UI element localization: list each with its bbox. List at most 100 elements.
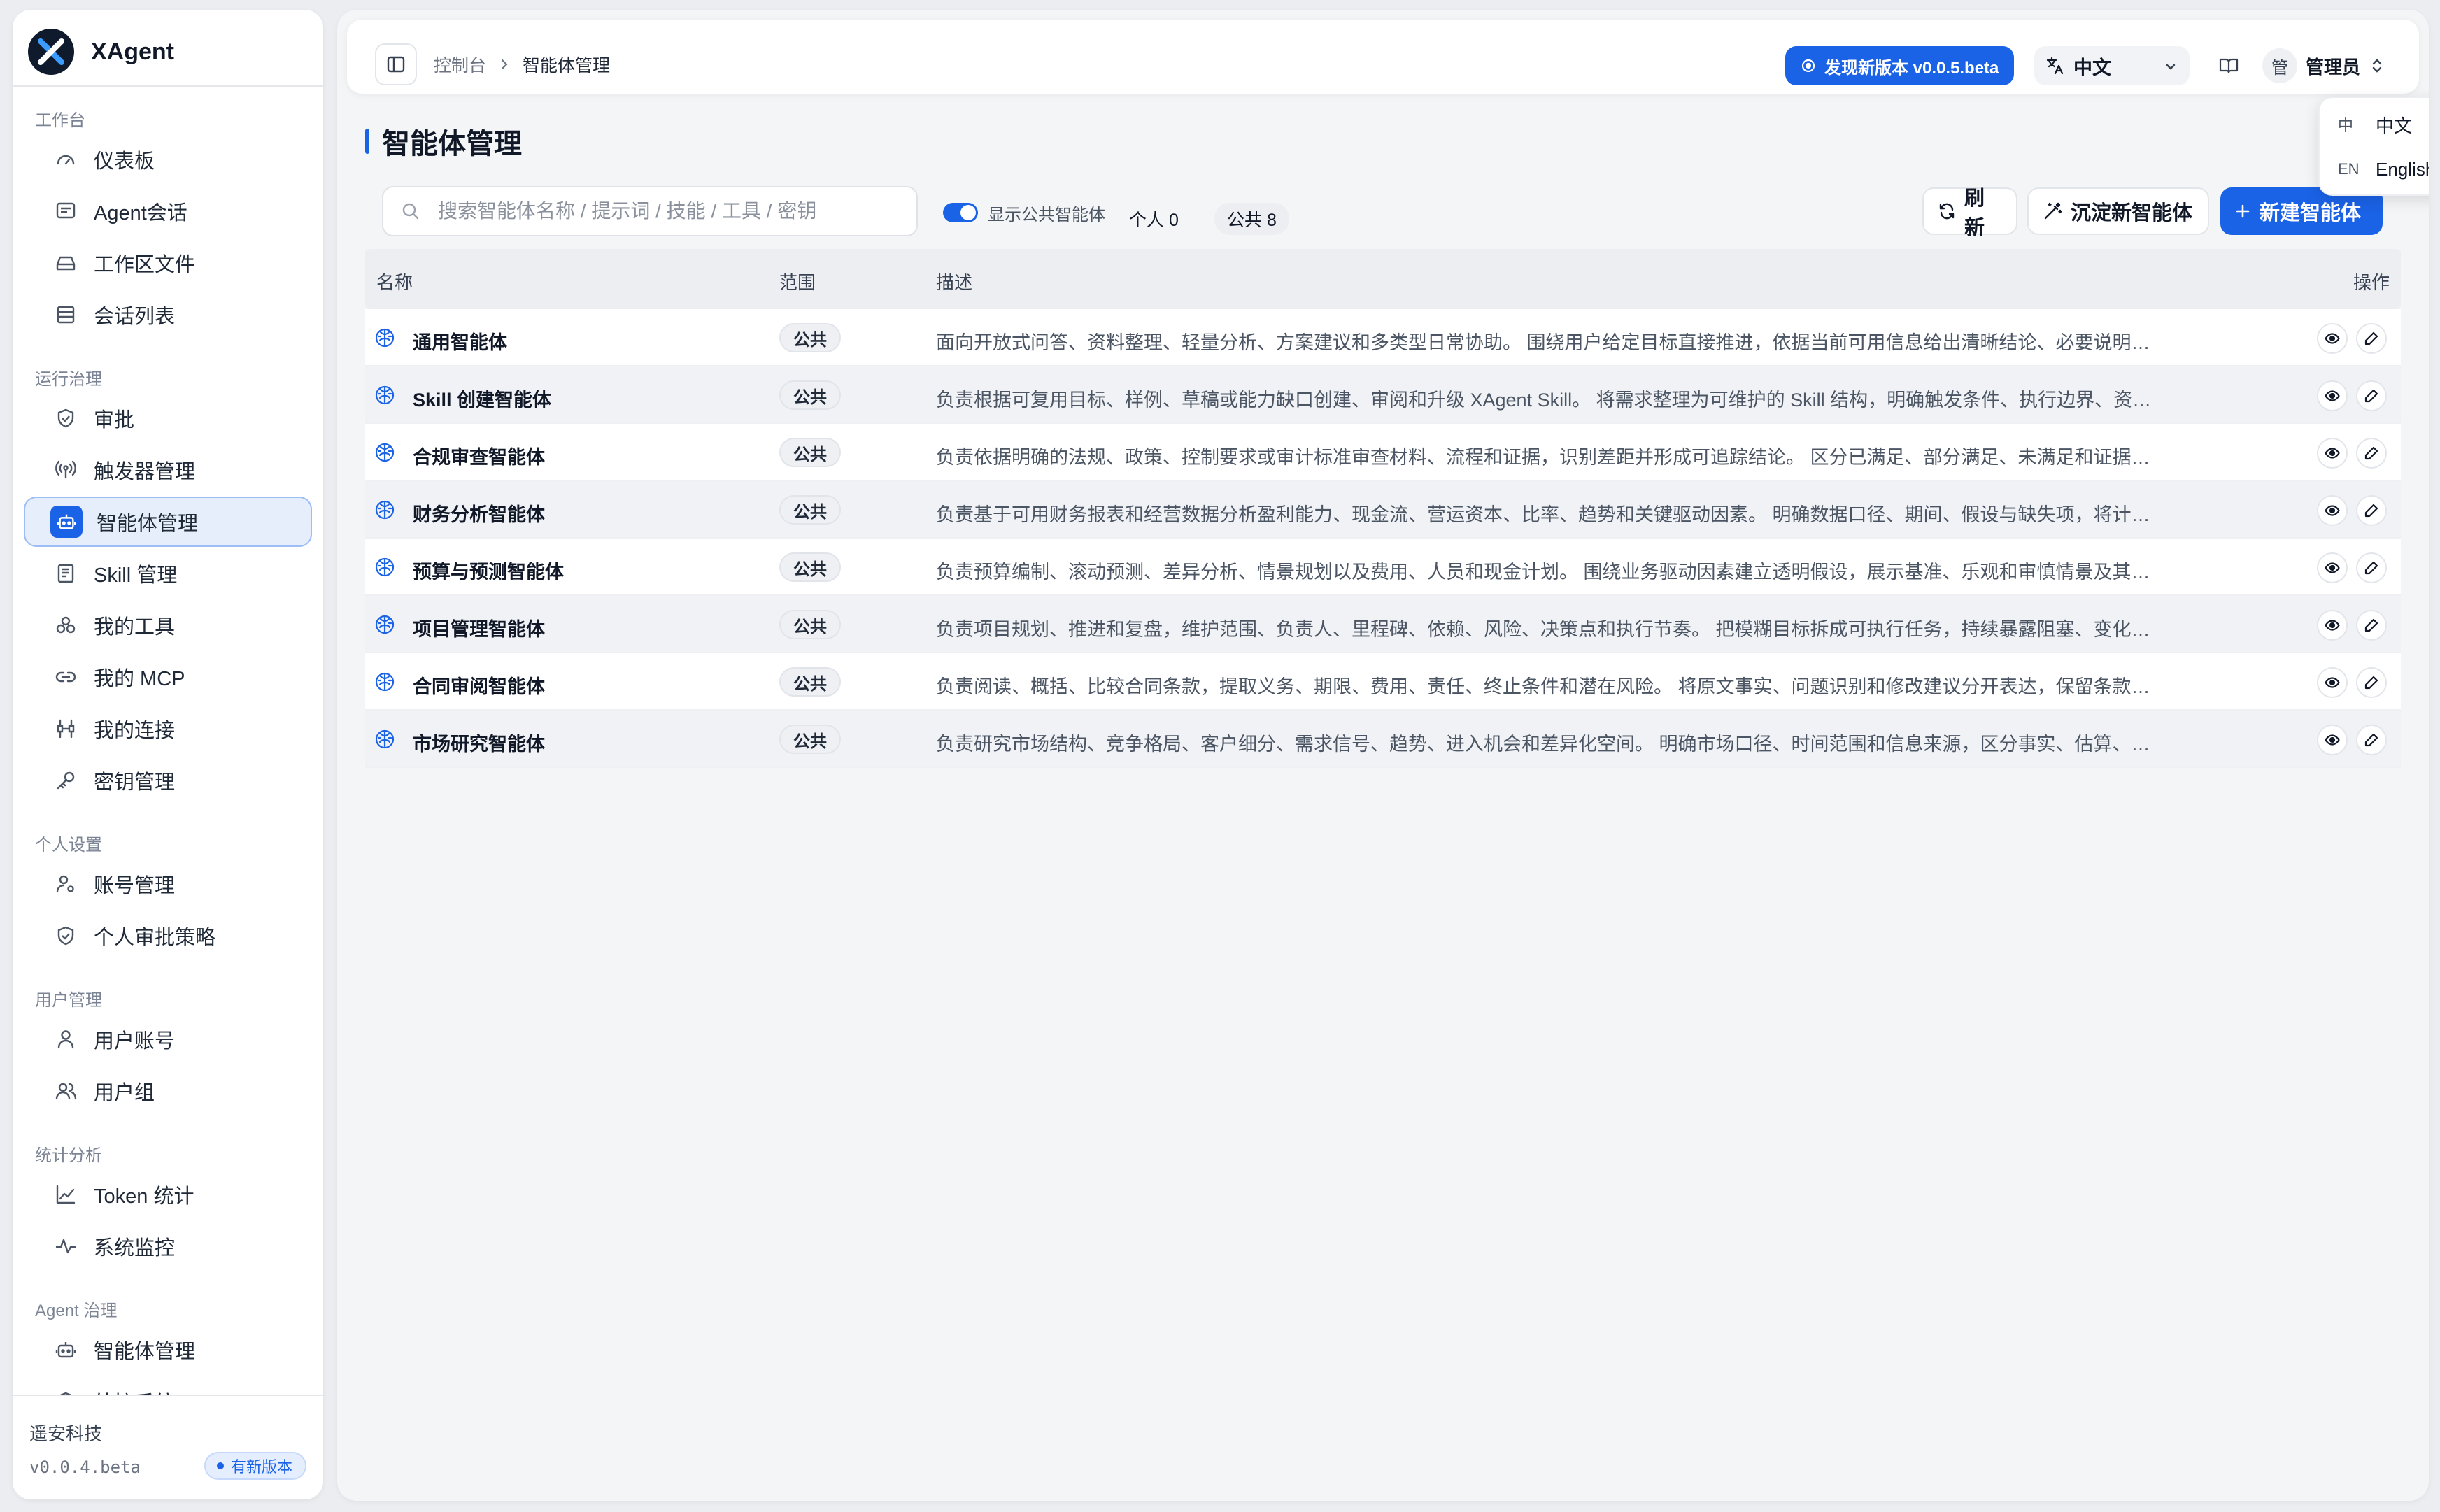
sidebar-item-approval[interactable]: 审批 — [24, 393, 312, 443]
search-box[interactable] — [382, 186, 918, 236]
distill-agent-button[interactable]: 沉淀新智能体 — [2027, 187, 2209, 235]
sidebar-item-user-accounts[interactable]: 用户账号 — [24, 1014, 312, 1064]
agent-brain-icon — [374, 728, 396, 750]
brand[interactable]: XAgent — [28, 27, 174, 77]
column-header-description: 描述 — [936, 272, 973, 293]
table-row[interactable]: 预算与预测智能体 公共 负责预算编制、滚动预测、差异分析、情景规划以及费用、人员和现… — [365, 539, 2401, 596]
breadcrumb-current: 智能体管理 — [523, 56, 611, 76]
search-input[interactable] — [438, 200, 886, 222]
sidebar-item-external-systems[interactable]: 外接系统 — [24, 1376, 312, 1395]
table-row[interactable]: 通用智能体 公共 面向开放式问答、资料整理、轻量分析、方案建议和多类型日常协助。 围… — [365, 309, 2401, 366]
view-button[interactable] — [2317, 667, 2348, 698]
table-row[interactable]: 财务分析智能体 公共 负责基于可用财务报表和经营数据分析盈利能力、现金流、营运资本、… — [365, 481, 2401, 539]
view-button[interactable] — [2317, 725, 2348, 755]
sidebar-item-label: 智能体管理 — [94, 1341, 196, 1363]
sidebar-item-key-management[interactable]: 密钥管理 — [24, 755, 312, 806]
book-open-icon — [2219, 58, 2239, 74]
sidebar-item-triggers[interactable]: 触发器管理 — [24, 445, 312, 495]
main-content: 控制台 智能体管理 发现新版本 v0.0.5.beta 中文 管 管理员 智能体… — [337, 10, 2429, 1501]
connection-icon — [52, 715, 80, 743]
view-button[interactable] — [2317, 438, 2348, 469]
edit-button[interactable] — [2356, 552, 2387, 583]
sidebar-item-token-stats[interactable]: Token 统计 — [24, 1169, 312, 1220]
agent-brain-icon — [374, 441, 396, 464]
agent-description: 负责研究市场结构、竞争格局、客户细分、需求信号、趋势、进入机会和差异化空间。 明… — [936, 734, 2160, 755]
sidebar-item-skill-management[interactable]: Skill 管理 — [24, 548, 312, 599]
edit-button[interactable] — [2356, 380, 2387, 411]
sidebar-item-label: 个人审批策略 — [94, 927, 216, 949]
sidebar-item-account[interactable]: 账号管理 — [24, 859, 312, 909]
new-version-label: 发现新版本 v0.0.5.beta — [1824, 58, 1999, 78]
refresh-button[interactable]: 刷新 — [1922, 187, 2017, 239]
table-row[interactable]: Skill 创建智能体 公共 负责根据可复用目标、样例、草稿或能力缺口创建、审阅和升… — [365, 366, 2401, 424]
view-button[interactable] — [2317, 610, 2348, 641]
agent-brain-icon — [374, 613, 396, 636]
language-dropdown-menu: 中 中文 EN English — [2318, 97, 2429, 196]
language-option-en[interactable]: EN English — [2328, 148, 2429, 190]
chevron-right-icon — [499, 59, 510, 70]
agent-description: 负责依据明确的法规、政策、控制要求或审计标准审查材料、流程和证据，识别差距并形成… — [936, 447, 2160, 468]
agent-name: 通用智能体 — [413, 332, 507, 353]
table-row[interactable]: 合同审阅智能体 公共 负责阅读、概括、比较合同条款，提取义务、期限、费用、责任、终止… — [365, 653, 2401, 711]
new-version-button[interactable]: 发现新版本 v0.0.5.beta — [1785, 46, 2015, 85]
public-agents-toggle[interactable]: 显示公共智能体 — [943, 199, 1105, 227]
sidebar-item-agent-management[interactable]: 智能体管理 — [24, 497, 312, 547]
eye-icon — [2325, 618, 2340, 633]
sidebar-item-workspace-files[interactable]: 工作区文件 — [24, 238, 312, 288]
language-select[interactable]: 中文 — [2034, 46, 2190, 85]
edit-button[interactable] — [2356, 438, 2387, 469]
sidebar-item-system-monitor[interactable]: 系统监控 — [24, 1221, 312, 1271]
table-row[interactable]: 项目管理智能体 公共 负责项目规划、推进和复盘，维护范围、负责人、里程碑、依赖、风险… — [365, 596, 2401, 653]
update-available-badge[interactable]: 有新版本 — [204, 1452, 306, 1480]
top-bar: 控制台 智能体管理 发现新版本 v0.0.5.beta 中文 管 管理员 — [347, 20, 2419, 94]
sidebar-item-label: 用户账号 — [94, 1030, 176, 1053]
sidebar-item-my-connections[interactable]: 我的连接 — [24, 704, 312, 754]
view-button[interactable] — [2317, 495, 2348, 526]
sidebar-item-user-groups[interactable]: 用户组 — [24, 1066, 312, 1116]
edit-button[interactable] — [2356, 667, 2387, 698]
column-header-scope: 范围 — [779, 272, 816, 293]
agent-name: 预算与预测智能体 — [413, 562, 564, 583]
table-row[interactable]: 合规审查智能体 公共 负责依据明确的法规、政策、控制要求或审计标准审查材料、流程和证… — [365, 424, 2401, 481]
app-name: XAgent — [91, 38, 174, 65]
pencil-icon — [2364, 618, 2379, 633]
eye-icon — [2325, 560, 2340, 576]
sidebar-item-my-tools[interactable]: 我的工具 — [24, 600, 312, 650]
sidebar-item-dashboard[interactable]: 仪表板 — [24, 134, 312, 185]
sidebar-item-label: 用户组 — [94, 1082, 155, 1104]
section-title-agent-governance: Agent 治理 — [35, 1301, 118, 1320]
users-icon — [52, 1077, 80, 1105]
user-name: 管理员 — [2306, 56, 2361, 78]
sidebar-item-label: 密钥管理 — [94, 771, 176, 794]
section-title-workbench: 工作台 — [35, 111, 85, 130]
agent-name: 市场研究智能体 — [413, 734, 545, 755]
scope-badge: 公共 — [779, 667, 841, 697]
magic-wand-icon — [2043, 201, 2062, 221]
sidebar-item-my-mcp[interactable]: 我的 MCP — [24, 652, 312, 702]
view-button[interactable] — [2317, 552, 2348, 583]
view-button[interactable] — [2317, 323, 2348, 354]
breadcrumb-root-link[interactable]: 控制台 — [434, 52, 486, 77]
table-row[interactable]: 市场研究智能体 公共 负责研究市场结构、竞争格局、客户细分、需求信号、趋势、进入机会… — [365, 711, 2401, 768]
user-menu-button[interactable]: 管 管理员 — [2262, 46, 2384, 85]
pencil-icon — [2364, 503, 2379, 518]
eye-icon — [2325, 445, 2340, 461]
language-option-zh[interactable]: 中 中文 — [2328, 104, 2429, 145]
sidebar-item-personal-approval[interactable]: 个人审批策略 — [24, 911, 312, 961]
agent-description: 负责基于可用财务报表和经营数据分析盈利能力、现金流、营运资本、比率、趋势和关键驱… — [936, 504, 2160, 525]
docs-button[interactable] — [2209, 46, 2248, 85]
sidebar-item-agent-chat[interactable]: Agent会话 — [24, 186, 312, 236]
edit-button[interactable] — [2356, 725, 2387, 755]
edit-button[interactable] — [2356, 323, 2387, 354]
sidebar-toggle-button[interactable] — [375, 43, 417, 85]
edit-button[interactable] — [2356, 610, 2387, 641]
drive-icon — [52, 249, 80, 277]
edit-button[interactable] — [2356, 495, 2387, 526]
sidebar-item-session-list[interactable]: 会话列表 — [24, 290, 312, 340]
sidebar-item-label: 账号管理 — [94, 875, 176, 897]
scope-badge: 公共 — [779, 380, 841, 410]
toggle-switch[interactable] — [943, 203, 978, 222]
sidebar-item-agent-management-2[interactable]: 智能体管理 — [24, 1325, 312, 1375]
view-button[interactable] — [2317, 380, 2348, 411]
agent-brain-icon — [374, 671, 396, 693]
